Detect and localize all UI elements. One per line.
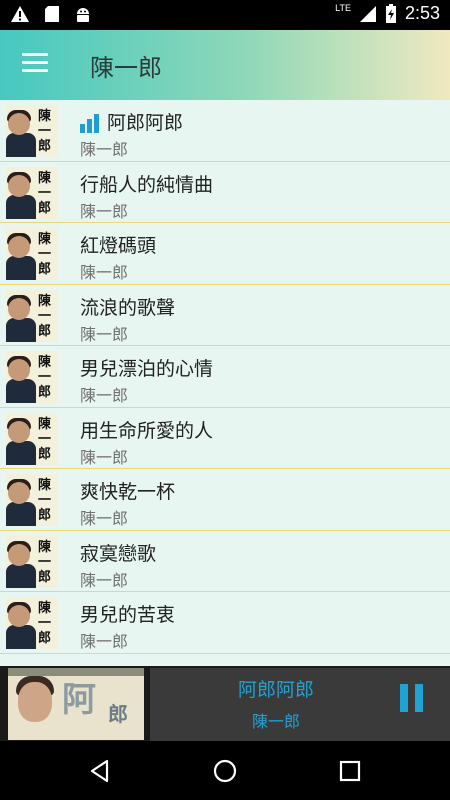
back-icon[interactable] [86, 757, 114, 785]
album-thumbnail: 陳一郎 [6, 474, 58, 526]
song-artist: 陳一郎 [80, 632, 129, 651]
app-bar: 陳一郎 [0, 30, 450, 100]
android-icon [77, 8, 89, 22]
song-row[interactable]: 陳一郎爽快乾一杯 陳一郎 [0, 469, 450, 531]
song-title-text: 寂寞戀歌 [80, 542, 157, 565]
album-art-calligraphy: 阿 [62, 680, 96, 720]
song-title-text: 用生命所愛的人 [80, 419, 214, 442]
sd-card-icon [45, 6, 59, 22]
now-playing-panel[interactable]: 阿郎阿郎 陳一郎 [150, 668, 450, 741]
song-title-text: 流浪的歌聲 [80, 296, 176, 319]
song-title: 男兒漂泊的心情 [80, 354, 213, 381]
song-title: 爽快乾一杯 [80, 477, 175, 504]
song-title: 紅燈碼頭 [80, 231, 156, 258]
album-thumbnail: 陳一郎 [6, 228, 58, 280]
song-title: 流浪的歌聲 [80, 293, 175, 320]
song-title: 用生命所愛的人 [80, 416, 213, 443]
song-title-text: 阿郎阿郎 [107, 112, 184, 134]
now-playing-equalizer-icon [80, 111, 101, 133]
album-art[interactable]: 阿 郎 [8, 668, 144, 740]
album-thumbnail: 陳一郎 [6, 412, 58, 465]
song-artist: 陳一郎 [80, 324, 129, 344]
song-title-text: 男兒漂泊的心情 [80, 358, 214, 380]
song-row[interactable]: 陳一郎用生命所愛的人 陳一郎 [0, 407, 450, 469]
battery-charging-icon [385, 3, 396, 23]
song-row[interactable]: 陳一郎流浪的歌聲 陳一郎 [0, 284, 450, 346]
now-playing-title: 阿郎阿郎 [237, 679, 314, 701]
song-title-text: 行船人的純情曲 [80, 173, 214, 196]
song-title-text: 男兒的苦衷 [80, 604, 176, 626]
album-thumbnail: 陳一郎 [6, 535, 58, 588]
song-title-text: 紅燈碼頭 [80, 235, 157, 257]
network-type: LTE [335, 2, 351, 13]
song-row[interactable]: 陳一郎男兒漂泊的心情 陳一郎 [0, 346, 450, 408]
signal-icon [359, 5, 376, 22]
pause-icon[interactable] [400, 684, 426, 712]
page-title: 陳一郎 [90, 54, 162, 82]
song-artist: 陳一郎 [80, 447, 129, 467]
song-artist: 陳一郎 [80, 140, 129, 159]
status-bar: LTE 2:53 [0, 0, 450, 30]
song-row[interactable]: 陳一郎男兒的苦衷 陳一郎 [0, 592, 450, 654]
song-list[interactable]: 陳一郎阿郎阿郎 陳一郎陳一郎行船人的純情曲 陳一郎陳一郎紅燈碼頭 陳一郎陳一郎流浪的歌… [0, 100, 450, 666]
now-playing-bar[interactable]: 阿 郎 阿郎阿郎 陳一郎 [0, 666, 450, 741]
album-thumbnail: 陳一郎 [6, 597, 58, 649]
navigation-bar [0, 741, 450, 800]
song-row[interactable]: 陳一郎阿郎阿郎 陳一郎 [0, 100, 450, 162]
album-thumbnail: 陳一郎 [6, 105, 58, 157]
album-art-calligraphy: 郎 [108, 702, 128, 726]
song-row[interactable]: 陳一郎行船人的純情曲 陳一郎 [0, 161, 450, 223]
home-icon[interactable] [211, 757, 239, 785]
song-artist: 陳一郎 [80, 509, 129, 528]
recents-icon[interactable] [336, 757, 364, 785]
song-artist: 陳一郎 [80, 570, 129, 590]
song-title: 行船人的純情曲 [80, 170, 213, 197]
song-title: 寂寞戀歌 [80, 539, 156, 566]
song-artist: 陳一郎 [80, 201, 129, 221]
album-thumbnail: 陳一郎 [6, 166, 58, 219]
now-playing-artist: 陳一郎 [251, 712, 300, 731]
song-title-text: 爽快乾一杯 [80, 481, 176, 503]
album-thumbnail: 陳一郎 [6, 351, 58, 403]
song-row[interactable]: 陳一郎寂寞戀歌 陳一郎 [0, 530, 450, 592]
song-row[interactable]: 陳一郎紅燈碼頭 陳一郎 [0, 223, 450, 285]
album-thumbnail: 陳一郎 [6, 289, 58, 342]
song-artist: 陳一郎 [80, 263, 129, 282]
song-title: 阿郎阿郎 [80, 108, 183, 135]
song-title: 男兒的苦衷 [80, 600, 175, 627]
song-artist: 陳一郎 [80, 386, 129, 405]
menu-icon[interactable] [22, 53, 48, 75]
clock: 2:53 [404, 3, 440, 23]
warning-icon [11, 6, 29, 22]
